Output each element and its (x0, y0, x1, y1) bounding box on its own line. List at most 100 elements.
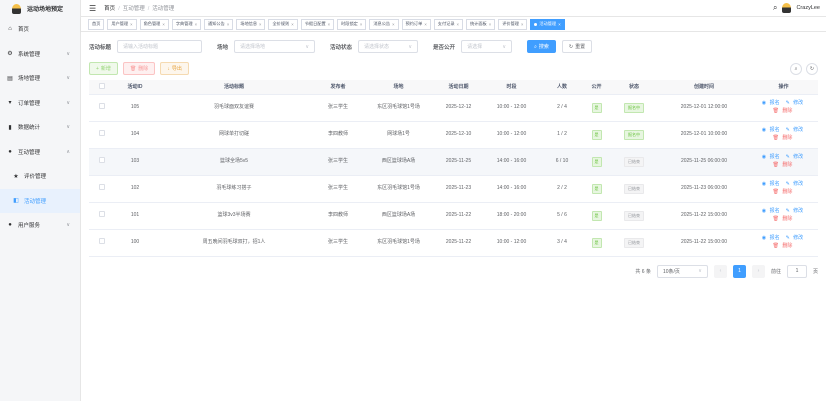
close-icon[interactable]: × (227, 22, 229, 27)
signup-link[interactable]: ◉ 报名 (762, 100, 782, 106)
delete-link[interactable]: 🗑 删除 (773, 216, 795, 222)
sidebar-item-system[interactable]: ⚙ 系统管理 ∨ (0, 42, 80, 67)
search-icon[interactable]: ⌕ (773, 3, 777, 13)
export-button[interactable]: ↓ 导出 (160, 62, 189, 75)
people-count: 6 / 10 (555, 157, 569, 164)
status-badge: 报名中 (624, 102, 644, 113)
close-icon[interactable]: × (195, 22, 197, 27)
tab-item[interactable]: 角色管理 × (139, 18, 169, 30)
sidebar-item-reviews[interactable]: ★ 评价管理 (0, 164, 80, 189)
venue-select[interactable]: 请选择场地 ∨ (234, 40, 316, 53)
row-checkbox[interactable] (99, 129, 105, 136)
sidebar-item-activities[interactable]: ◧ 活动管理 (0, 188, 80, 213)
close-icon[interactable]: × (457, 22, 459, 27)
tab-activities[interactable]: 活动管理 × (530, 18, 565, 30)
tab-item[interactable]: 统计面板 × (465, 18, 496, 30)
refresh-icon[interactable]: ↻ (806, 62, 818, 75)
sidebar-item-venue[interactable]: ▤ 场地管理 ∨ (0, 66, 80, 91)
delete-link[interactable]: 🗑 删除 (773, 243, 795, 249)
close-icon[interactable]: × (328, 22, 330, 27)
delete-link[interactable]: 🗑 删除 (773, 189, 795, 195)
prev-page-button[interactable]: ‹ (713, 264, 727, 278)
public-badge: 是 (591, 183, 602, 194)
tab-item[interactable]: 场地信息 × (236, 18, 266, 30)
page-size-select[interactable]: 10条/页 ∨ (656, 264, 708, 278)
tab-item[interactable]: 字典管理 × (171, 18, 202, 30)
select-all-checkbox[interactable] (99, 82, 105, 89)
add-button[interactable]: + 新增 (89, 62, 118, 75)
goto-page-input[interactable]: 1 (786, 264, 807, 278)
tab-item[interactable]: 通知公告 × (204, 18, 234, 30)
search-button[interactable]: ⌕ 搜索 (527, 40, 556, 53)
row-checkbox[interactable] (99, 156, 105, 163)
tab-item[interactable]: 全价规则 × (268, 18, 298, 30)
sidebar-item-stats[interactable]: ▮ 数据统计 ∨ (0, 115, 80, 140)
tab-item[interactable]: 评价管理 × (498, 18, 528, 30)
column-header: 创建时间 (659, 80, 749, 95)
reset-button[interactable]: ↻ 重置 (561, 40, 593, 53)
public-select[interactable]: 请选择 ∨ (461, 40, 513, 53)
edit-link[interactable]: ✎ 修改 (786, 154, 806, 160)
people-count: 2 / 4 (557, 103, 567, 110)
edit-link[interactable]: ✎ 修改 (786, 181, 806, 187)
tab-item[interactable]: 时段锁定 × (337, 18, 367, 30)
sidebar-item-label: 场地管理 (18, 76, 41, 83)
edit-link[interactable]: ✎ 修改 (786, 208, 806, 214)
sidebar-item-orders[interactable]: ▾ 订单管理 ∨ (0, 91, 80, 116)
row-checkbox[interactable] (99, 210, 105, 217)
sidebar-item-label: 系统管理 (18, 51, 41, 58)
sidebar-item-label: 用户服务 (18, 223, 41, 230)
logo[interactable]: 运动场地预定 (0, 0, 80, 17)
close-icon[interactable]: × (259, 22, 261, 27)
close-icon[interactable]: × (521, 22, 523, 27)
row-checkbox[interactable] (99, 102, 105, 109)
delete-link[interactable]: 🗑 删除 (773, 135, 795, 141)
signup-link[interactable]: ◉ 报名 (762, 127, 782, 133)
signup-link[interactable]: ◉ 报名 (762, 181, 782, 187)
delete-link[interactable]: 🗑 删除 (773, 108, 795, 114)
public-badge: 是 (591, 237, 602, 248)
search-toggle-icon[interactable]: ⌕ (790, 62, 802, 75)
close-icon[interactable]: × (360, 22, 362, 27)
tab-item[interactable]: 用户管理 × (107, 18, 137, 30)
delete-link[interactable]: 🗑 删除 (773, 162, 795, 168)
close-icon[interactable]: × (392, 22, 394, 27)
breadcrumb-home[interactable]: 首页 (104, 6, 115, 12)
close-icon[interactable]: × (558, 22, 560, 27)
username[interactable]: CrazyLee (796, 5, 820, 11)
avatar[interactable] (782, 3, 792, 13)
activity-id: 104 (130, 130, 140, 137)
close-icon[interactable]: × (291, 22, 293, 27)
chevron-down-icon: ∨ (66, 222, 70, 229)
sidebar-item-interaction[interactable]: ● 互动管理 ∧ (0, 140, 80, 165)
tab-home[interactable]: 首页 (88, 18, 105, 30)
tab-item[interactable]: 支付记录 × (433, 18, 463, 30)
signup-link[interactable]: ◉ 报名 (762, 235, 782, 241)
page-number-current[interactable]: 1 (732, 264, 746, 278)
people-icon: ● (8, 148, 12, 155)
publisher: 李四教师 (327, 211, 348, 218)
edit-link[interactable]: ✎ 修改 (786, 235, 806, 241)
close-icon[interactable]: × (162, 22, 164, 27)
next-page-button[interactable]: › (751, 264, 765, 278)
signup-link[interactable]: ◉ 报名 (762, 154, 782, 160)
close-icon[interactable]: × (130, 22, 132, 27)
row-checkbox[interactable] (99, 183, 105, 190)
sidebar-item-user-service[interactable]: ● 用户服务 ∨ (0, 213, 80, 238)
status-select[interactable]: 请选择状态 ∨ (358, 40, 419, 53)
sidebar-item-home[interactable]: ⌂ 首页 (0, 17, 80, 42)
tab-item[interactable]: 节假日配置 × (300, 18, 335, 30)
top-header: ☰ 首页 / 互动管理 / 活动管理 ⌕ CrazyLee (81, 0, 826, 17)
tab-item[interactable]: 消息公告 × (369, 18, 399, 30)
title-search-input[interactable]: 请输入活动标题 (117, 40, 203, 53)
delete-button[interactable]: 🗑 删除 (122, 62, 156, 75)
menu-toggle-icon[interactable]: ☰ (89, 4, 96, 13)
tab-item[interactable]: 预约订单 × (401, 18, 431, 30)
signup-link[interactable]: ◉ 报名 (762, 208, 782, 214)
edit-link[interactable]: ✎ 修改 (786, 127, 806, 133)
edit-link[interactable]: ✎ 修改 (786, 100, 806, 106)
close-icon[interactable]: × (424, 22, 426, 27)
activity-date: 2025-11-22 (445, 238, 472, 245)
row-checkbox[interactable] (99, 237, 105, 244)
close-icon[interactable]: × (489, 22, 491, 27)
